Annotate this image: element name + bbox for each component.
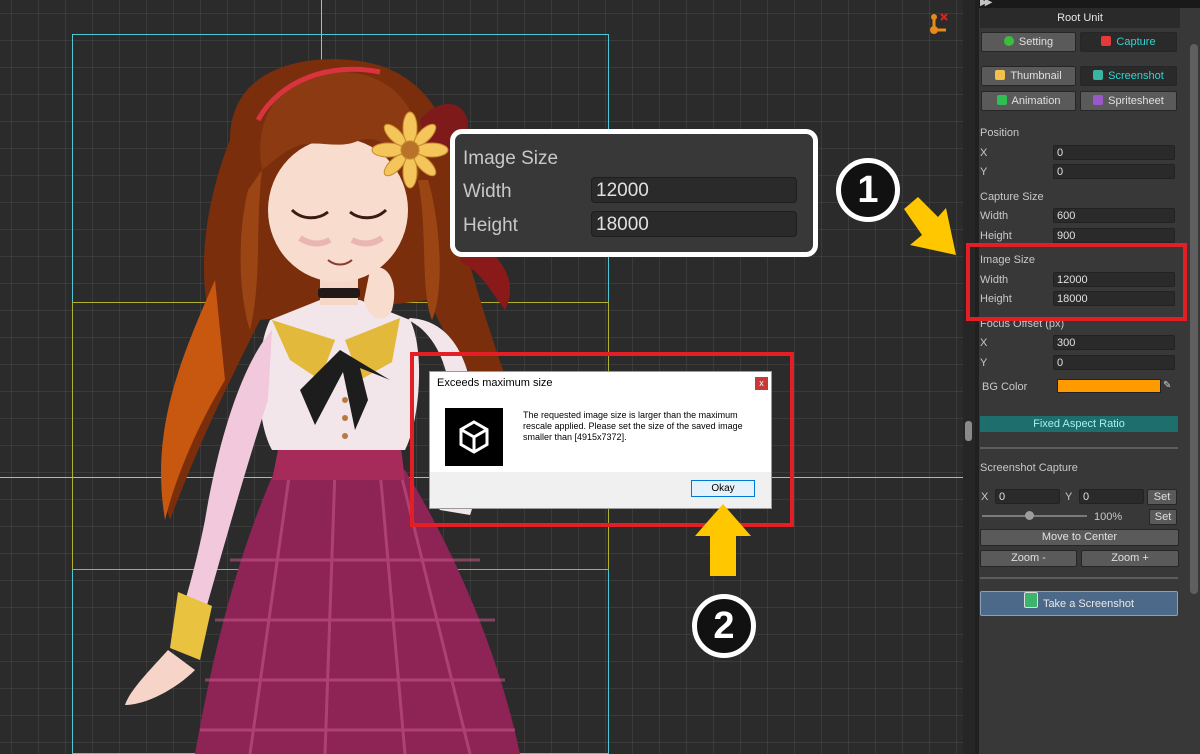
- tab-capture-label: Capture: [1116, 36, 1156, 48]
- bg-color-label: BG Color: [982, 381, 1028, 393]
- zoom-in-button[interactable]: Zoom +: [1081, 550, 1179, 567]
- capture-y-label: Y: [1065, 491, 1073, 503]
- take-screenshot-button[interactable]: Take a Screenshot: [980, 591, 1178, 616]
- dialog-content: The requested image size is larger than …: [430, 396, 771, 472]
- exceeds-size-dialog: Exceeds maximum size x The requested ima…: [429, 371, 772, 509]
- dialog-titlebar: Exceeds maximum size x: [430, 372, 771, 396]
- expand-panel-icon[interactable]: ▶▶: [980, 0, 993, 8]
- mode-animation-label: Animation: [1011, 95, 1061, 107]
- zoom-image-size-heading: Image Size: [463, 148, 559, 169]
- zoom-out-button[interactable]: Zoom -: [980, 550, 1077, 567]
- image-size-zoom-callout: Image Size Width 12000 Height 18000: [450, 129, 818, 257]
- inspector-panel: ▶▶ Root Unit Setting Capture Thumbnail S…: [979, 0, 1200, 754]
- dialog-message: The requested image size is larger than …: [523, 410, 743, 442]
- set-zoom-button[interactable]: Set: [1149, 509, 1177, 525]
- screenshot-capture-heading: Screenshot Capture: [980, 462, 1078, 474]
- capture-x-field[interactable]: 0: [995, 489, 1060, 504]
- panel-top-strip: ▶▶: [979, 0, 1200, 8]
- capture-y-field[interactable]: 0: [1079, 489, 1144, 504]
- dialog-close-button[interactable]: x: [755, 377, 768, 390]
- mode-animation-button[interactable]: Animation: [981, 91, 1076, 111]
- focus-x-field[interactable]: 300: [1053, 335, 1175, 350]
- mode-screenshot-button[interactable]: Screenshot: [1080, 66, 1177, 86]
- root-unit-title: Root Unit: [980, 8, 1180, 28]
- okay-button[interactable]: Okay: [691, 480, 755, 497]
- capture-width-field[interactable]: 600: [1053, 208, 1175, 223]
- step-badge-2: 2: [692, 594, 756, 658]
- position-y-label: Y: [980, 166, 988, 178]
- animation-icon: [996, 95, 1007, 105]
- zoom-height-label: Height: [463, 215, 518, 236]
- focus-x-label: X: [980, 337, 988, 349]
- zoom-percent: 100%: [1094, 511, 1123, 523]
- unity-logo-icon: [445, 408, 503, 466]
- mode-screenshot-label: Screenshot: [1108, 70, 1164, 82]
- viewport-scroll-thumb[interactable]: [965, 421, 972, 441]
- mode-spritesheet-label: Spritesheet: [1108, 95, 1164, 107]
- capture-icon: [1101, 36, 1112, 46]
- zoom-slider-track[interactable]: [982, 515, 1087, 517]
- take-screenshot-label: Take a Screenshot: [1042, 598, 1135, 610]
- tab-setting[interactable]: Setting: [981, 32, 1076, 52]
- arrow-to-okay-icon: [695, 504, 751, 576]
- focus-y-label: Y: [980, 357, 988, 369]
- bg-color-swatch[interactable]: [1057, 379, 1161, 393]
- mode-thumbnail-label: Thumbnail: [1010, 70, 1062, 82]
- mode-spritesheet-button[interactable]: Spritesheet: [1080, 91, 1177, 111]
- zoom-width-field: 12000: [591, 177, 797, 203]
- capture-width-label: Width: [980, 210, 1009, 222]
- position-heading: Position: [980, 127, 1020, 139]
- mode-thumbnail-button[interactable]: Thumbnail: [981, 66, 1076, 86]
- divider: [980, 447, 1178, 449]
- camera-icon: [1023, 592, 1038, 608]
- settings-icon: [1003, 36, 1014, 46]
- tab-setting-label: Setting: [1018, 36, 1054, 48]
- position-y-field[interactable]: 0: [1053, 164, 1175, 179]
- capture-size-heading: Capture Size: [980, 191, 1044, 203]
- zoom-slider-thumb[interactable]: [1024, 511, 1034, 520]
- dialog-title: Exceeds maximum size: [437, 377, 553, 389]
- divider: [980, 577, 1178, 579]
- transform-gizmo-icon[interactable]: [926, 12, 952, 38]
- focus-y-field[interactable]: 0: [1053, 355, 1175, 370]
- scene-viewport[interactable]: Image Size Width 12000 Height 18000 Exce…: [0, 0, 963, 754]
- fixed-aspect-ratio-button[interactable]: Fixed Aspect Ratio: [980, 416, 1178, 432]
- viewport-scrollbar[interactable]: [963, 0, 975, 754]
- capture-height-label: Height: [980, 230, 1012, 242]
- arrow-to-panel-icon: [904, 197, 956, 255]
- zoom-width-label: Width: [463, 181, 512, 202]
- step-badge-1: 1: [836, 158, 900, 222]
- spritesheet-icon: [1093, 95, 1104, 105]
- position-x-label: X: [980, 147, 988, 159]
- capture-x-label: X: [981, 491, 989, 503]
- thumbnail-icon: [995, 70, 1006, 80]
- image-size-highlight-box: [966, 243, 1187, 321]
- tab-capture[interactable]: Capture: [1080, 32, 1177, 52]
- move-to-center-button[interactable]: Move to Center: [980, 529, 1179, 546]
- position-x-field[interactable]: 0: [1053, 145, 1175, 160]
- screenshot-icon: [1093, 70, 1104, 80]
- zoom-height-field: 18000: [591, 211, 797, 237]
- capture-height-field[interactable]: 900: [1053, 228, 1175, 243]
- panel-scrollbar-thumb[interactable]: [1190, 44, 1198, 594]
- set-position-button[interactable]: Set: [1147, 489, 1177, 505]
- eyedropper-icon[interactable]: ✎: [1163, 379, 1175, 393]
